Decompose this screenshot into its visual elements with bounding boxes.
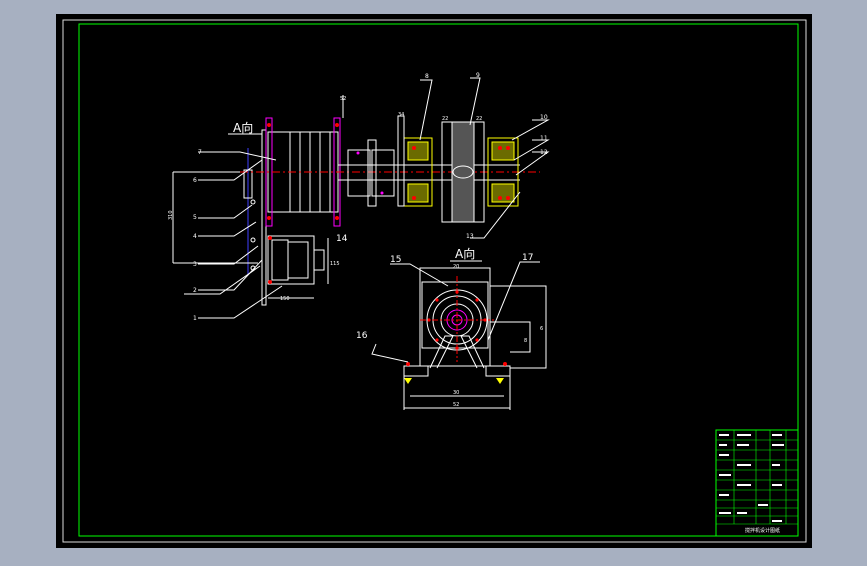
part-number-1: 1: [193, 315, 197, 322]
part-number-3: 3: [193, 261, 197, 268]
part-number-13: 13: [466, 233, 474, 240]
part-number-2: 2: [193, 287, 197, 294]
part-number-7: 7: [198, 149, 202, 156]
part-number-5: 5: [193, 214, 197, 221]
dim-base-top: 20: [453, 264, 459, 270]
part-number-11: 11: [540, 135, 548, 142]
part-number-6: 6: [193, 177, 197, 184]
dim-right-1: 6: [540, 326, 543, 332]
dim-bottom-outer: 52: [453, 402, 459, 408]
dim-bottom-inner: 30: [453, 390, 459, 396]
dim-top-3: 22: [442, 116, 448, 122]
drawing-canvas: [56, 14, 812, 548]
part-number-16: 16: [356, 331, 368, 341]
part-number-9: 9: [476, 72, 480, 79]
part-number-14: 14: [336, 234, 348, 244]
dim-right-2: 8: [524, 338, 527, 344]
part-number-15: 15: [390, 255, 401, 265]
dim-motor-right: 115: [330, 261, 340, 267]
part-number-8: 8: [425, 73, 429, 80]
part-number-12: 12: [540, 149, 548, 156]
part-number-17: 17: [522, 253, 533, 263]
view-label-top: A向: [233, 120, 253, 135]
cad-viewport[interactable]: A向 34 22 22 310 150 115 7 6 5 4 3 2 1 8 …: [0, 0, 867, 562]
dim-top-4: 22: [476, 116, 482, 122]
cad-drawing: A向 34 22 22 310 150 115 7 6 5 4 3 2 1 8 …: [56, 14, 812, 548]
dim-motor-bottom: 150: [280, 296, 290, 302]
dim-top-2: 34: [398, 112, 404, 118]
part-number-10: 10: [540, 114, 548, 121]
title-block-name: 搅拌机设计图纸: [745, 527, 780, 534]
part-number-4: 4: [193, 233, 197, 240]
dim-vertical-left: 310: [168, 210, 174, 220]
view-label-bottom: A向: [455, 246, 475, 261]
